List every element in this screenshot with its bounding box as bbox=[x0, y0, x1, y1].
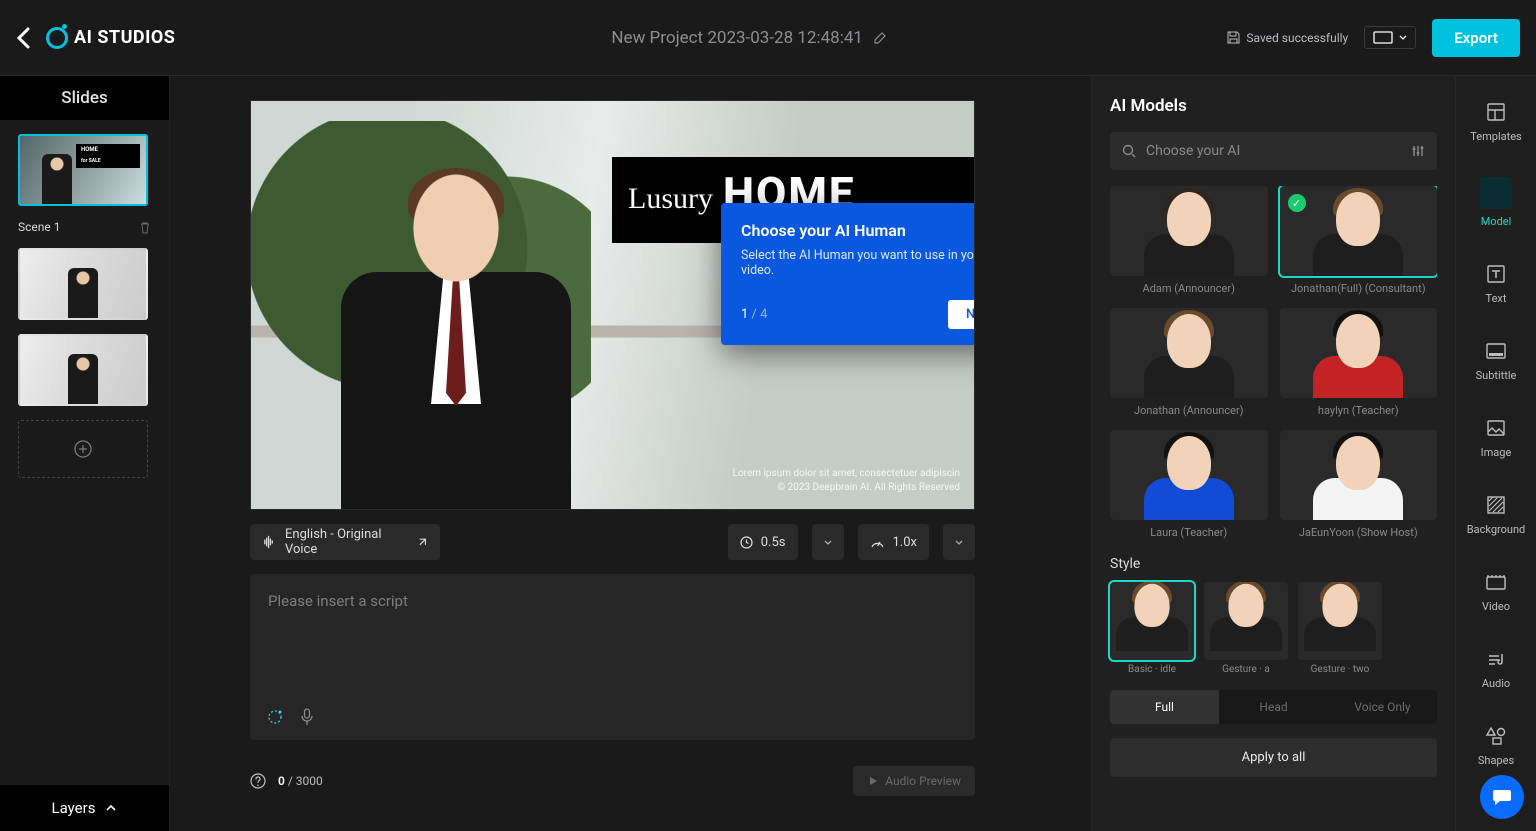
gauge-icon bbox=[870, 537, 885, 548]
subtitle-icon bbox=[1484, 339, 1508, 363]
style-heading: Style bbox=[1110, 556, 1437, 572]
layers-toggle[interactable]: Layers bbox=[0, 785, 169, 831]
help-icon[interactable] bbox=[250, 773, 266, 789]
chevron-up-icon bbox=[105, 804, 117, 812]
slide-thumb-2[interactable] bbox=[18, 248, 148, 320]
rail-audio[interactable]: Audio bbox=[1456, 643, 1536, 694]
ai-models-panel: AI Models Choose your AI Adam (Announcer… bbox=[1091, 76, 1456, 831]
aspect-ratio-selector[interactable] bbox=[1364, 26, 1416, 49]
chevron-down-icon bbox=[1399, 35, 1407, 40]
model-tile-jonathan[interactable] bbox=[1110, 308, 1268, 398]
char-counter: 0 / 3000 bbox=[278, 774, 323, 788]
script-placeholder: Please insert a script bbox=[268, 592, 408, 610]
duration-dropdown[interactable] bbox=[812, 524, 844, 560]
rail-text[interactable]: Text bbox=[1456, 258, 1536, 309]
model-search[interactable]: Choose your AI bbox=[1110, 132, 1437, 170]
tooltip-body: Select the AI Human you want to use in y… bbox=[741, 248, 975, 278]
play-icon bbox=[867, 775, 879, 787]
canvas-preview[interactable]: Lusury HOME Lorem ipsum dolor sit amet, … bbox=[250, 100, 975, 510]
seg-full[interactable]: Full bbox=[1110, 690, 1219, 724]
tooltip-title: Choose your AI Human bbox=[741, 221, 975, 240]
app-logo: AI STUDIOS bbox=[46, 27, 175, 49]
editor-center: Lusury HOME Lorem ipsum dolor sit amet, … bbox=[170, 76, 1091, 831]
project-title[interactable]: New Project 2023-03-28 12:48:41 bbox=[611, 28, 863, 48]
text-icon bbox=[1484, 262, 1508, 286]
tooltip-next-button[interactable]: Next bbox=[948, 300, 975, 329]
add-slide-button[interactable] bbox=[18, 420, 148, 478]
shapes-icon bbox=[1484, 724, 1508, 748]
rail-subtitle[interactable]: Subtittle bbox=[1456, 335, 1536, 386]
support-chat-button[interactable] bbox=[1480, 775, 1524, 819]
save-icon bbox=[1227, 31, 1240, 44]
background-icon bbox=[1484, 493, 1508, 517]
styles-row: Basic · idle Gesture · a Gesture · two bbox=[1110, 582, 1437, 676]
voice-icon bbox=[262, 534, 277, 550]
back-button[interactable] bbox=[16, 27, 30, 49]
ai-assist-icon[interactable] bbox=[266, 708, 284, 726]
plus-circle-icon bbox=[74, 440, 92, 458]
tooltip-pagination: 1 / 4 bbox=[741, 307, 767, 322]
rail-templates[interactable]: Templates bbox=[1456, 96, 1536, 147]
filter-sliders-icon[interactable] bbox=[1411, 144, 1425, 158]
seg-voice[interactable]: Voice Only bbox=[1328, 690, 1437, 724]
microphone-icon[interactable] bbox=[300, 708, 314, 726]
model-tile-jaeunyoon[interactable] bbox=[1280, 430, 1438, 520]
templates-icon bbox=[1484, 100, 1508, 124]
playback-controls: English - Original Voice 0.5s 1.0x bbox=[250, 524, 975, 560]
style-tile-3[interactable] bbox=[1298, 582, 1382, 660]
slides-panel-title: Slides bbox=[0, 76, 169, 120]
seg-head[interactable]: Head bbox=[1219, 690, 1328, 724]
slide-thumb-1[interactable]: HOMEfor SALE bbox=[18, 134, 148, 206]
top-bar: AI STUDIOS New Project 2023-03-28 12:48:… bbox=[0, 0, 1536, 76]
audio-icon bbox=[1484, 647, 1508, 671]
image-icon bbox=[1484, 416, 1508, 440]
style-tile-1[interactable] bbox=[1110, 582, 1194, 660]
save-status: Saved successfully bbox=[1227, 31, 1348, 45]
models-grid: Adam (Announcer) ✓ Jonathan(Full) (Consu… bbox=[1110, 186, 1437, 540]
rail-image[interactable]: Image bbox=[1456, 412, 1536, 463]
language-selector[interactable]: English - Original Voice bbox=[250, 524, 440, 560]
rail-shapes[interactable]: Shapes bbox=[1456, 720, 1536, 771]
style-tile-2[interactable] bbox=[1204, 582, 1288, 660]
model-tile-jonathan-full[interactable]: ✓ bbox=[1280, 186, 1438, 276]
duration-control[interactable]: 0.5s bbox=[728, 524, 798, 560]
search-icon bbox=[1122, 144, 1136, 158]
ai-presenter[interactable] bbox=[341, 174, 571, 509]
monitor-icon bbox=[1373, 31, 1393, 44]
model-tile-haylyn[interactable] bbox=[1280, 308, 1438, 398]
rail-background[interactable]: Background bbox=[1456, 489, 1536, 540]
body-segmented-control: Full Head Voice Only bbox=[1110, 690, 1437, 724]
rail-model[interactable]: Model bbox=[1456, 173, 1536, 232]
logo-text: AI STUDIOS bbox=[74, 27, 175, 48]
model-tile-laura[interactable] bbox=[1110, 430, 1268, 520]
watermark-text: Lorem ipsum dolor sit amet, consectetuer… bbox=[733, 467, 960, 495]
script-textarea[interactable]: Please insert a script bbox=[250, 574, 975, 740]
export-button[interactable]: Export bbox=[1432, 19, 1520, 57]
model-tile-adam[interactable] bbox=[1110, 186, 1268, 276]
speed-control[interactable]: 1.0x bbox=[858, 524, 930, 560]
clock-icon bbox=[740, 536, 753, 549]
models-panel-title: AI Models bbox=[1110, 96, 1437, 116]
edit-title-icon[interactable] bbox=[873, 31, 887, 45]
person-icon bbox=[1480, 177, 1512, 209]
chat-icon bbox=[1491, 786, 1513, 808]
right-tool-rail: Templates Model Text Subtittle Image Bac… bbox=[1456, 76, 1536, 831]
rail-video[interactable]: Video bbox=[1456, 566, 1536, 617]
logo-mark-icon bbox=[46, 27, 68, 49]
video-icon bbox=[1484, 570, 1508, 594]
scene-label: Scene 1 bbox=[18, 220, 60, 234]
onboarding-tooltip: Choose your AI Human Select the AI Human… bbox=[721, 203, 975, 345]
external-link-icon bbox=[417, 536, 428, 548]
speed-dropdown[interactable] bbox=[943, 524, 975, 560]
slide-thumb-3[interactable] bbox=[18, 334, 148, 406]
check-icon: ✓ bbox=[1288, 194, 1306, 212]
apply-to-all-button[interactable]: Apply to all bbox=[1110, 738, 1437, 777]
slides-panel: Slides HOMEfor SALE Scene 1 Layers bbox=[0, 76, 170, 831]
audio-preview-button[interactable]: Audio Preview bbox=[853, 766, 975, 796]
delete-scene-icon[interactable] bbox=[139, 221, 151, 234]
